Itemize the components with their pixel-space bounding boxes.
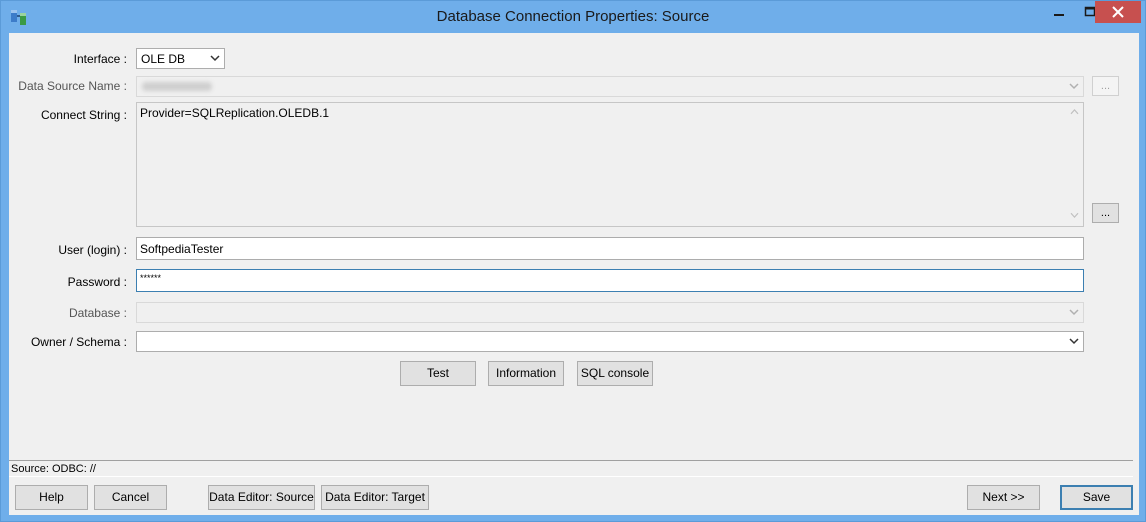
password-input[interactable]: ****** [136,269,1084,292]
dialog-content: Interface : OLE DB Data Source Name : ..… [9,33,1139,515]
next-button[interactable]: Next >> [967,485,1040,510]
user-input[interactable]: SoftpediaTester [136,237,1084,260]
password-label: Password : [67,275,127,289]
connect-string-label: Connect String : [40,108,127,122]
blurred-value [142,82,212,91]
status-text: Source: ODBC: // [11,463,96,475]
interface-value: OLE DB [141,52,186,66]
database-select[interactable] [136,302,1084,323]
data-source-name-label: Data Source Name : [18,79,127,93]
chevron-down-icon [1069,309,1079,316]
user-value: SoftpediaTester [140,242,224,256]
data-editor-target-button[interactable]: Data Editor: Target [321,485,429,510]
interface-select[interactable]: OLE DB [136,48,225,69]
minimize-icon[interactable] [1043,1,1075,23]
window-title: Database Connection Properties: Source [436,8,710,25]
title-bar[interactable]: Database Connection Properties: Source [1,1,1145,33]
dialog-window: Database Connection Properties: Source I… [0,0,1146,522]
chevron-down-icon [1069,338,1079,345]
information-button[interactable]: Information [488,361,564,386]
owner-schema-label: Owner / Schema : [30,335,127,349]
sql-console-button[interactable]: SQL console [577,361,653,386]
connect-string-browse-button[interactable]: ... [1092,203,1119,223]
cancel-button[interactable]: Cancel [94,485,167,510]
interface-label: Interface : [73,52,127,66]
test-button[interactable]: Test [400,361,476,386]
close-icon[interactable] [1095,1,1141,23]
chevron-down-icon [210,55,220,62]
user-label: User (login) : [58,243,127,257]
connect-string-value: Provider=SQLReplication.OLEDB.1 [140,106,330,120]
chevron-down-icon [1069,83,1079,90]
data-source-name-select[interactable] [136,76,1084,97]
password-value: ****** [140,273,162,283]
status-bar: Source: ODBC: // [9,460,1133,477]
connect-string-textarea[interactable]: Provider=SQLReplication.OLEDB.1 [136,102,1084,227]
owner-schema-select[interactable] [136,331,1084,352]
data-editor-source-button[interactable]: Data Editor: Source [208,485,315,510]
save-button[interactable]: Save [1060,485,1133,510]
database-label: Database : [68,306,127,320]
help-button[interactable]: Help [15,485,88,510]
vertical-scrollbar[interactable] [1066,103,1083,226]
data-source-browse-button[interactable]: ... [1092,76,1119,96]
